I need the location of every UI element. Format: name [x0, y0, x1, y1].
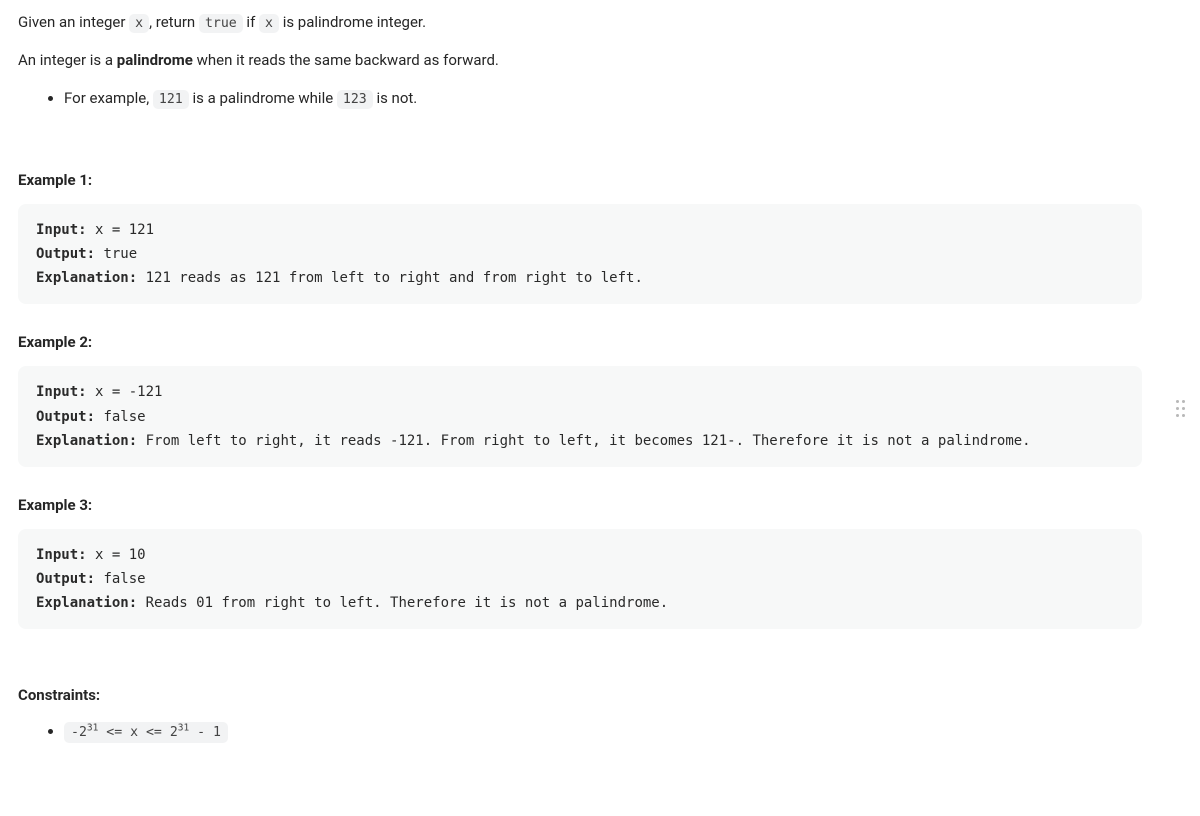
- example-block-2: Input: x = -121 Output: false Explanatio…: [18, 366, 1142, 466]
- explanation-value: Reads 01 from right to left. Therefore i…: [137, 595, 668, 611]
- code-token-123: 123: [337, 90, 373, 109]
- list-item: For example, 121 is a palindrome while 1…: [64, 86, 1142, 110]
- text: -2: [71, 725, 87, 740]
- example-block-3: Input: x = 10 Output: false Explanation:…: [18, 529, 1142, 629]
- bold-palindrome: palindrome: [117, 51, 193, 69]
- label-input: Input:: [36, 222, 87, 238]
- label-explanation: Explanation:: [36, 433, 137, 449]
- label-input: Input:: [36, 384, 87, 400]
- example-heading-2: Example 2:: [18, 330, 1142, 354]
- explanation-value: From left to right, it reads -121. From …: [137, 433, 1030, 449]
- text: , return: [149, 13, 199, 31]
- label-output: Output:: [36, 246, 95, 262]
- intro-paragraph-1: Given an integer x, return true if x is …: [18, 10, 1142, 34]
- text: <= x <=: [98, 725, 169, 740]
- example-block-1: Input: x = 121 Output: true Explanation:…: [18, 204, 1142, 304]
- input-value: x = 10: [87, 547, 146, 563]
- text: is a palindrome while: [189, 89, 337, 107]
- text: Given an integer: [18, 13, 129, 31]
- output-value: false: [95, 571, 146, 587]
- output-value: true: [95, 246, 137, 262]
- label-output: Output:: [36, 571, 95, 587]
- text: is not.: [373, 89, 418, 107]
- intro-paragraph-2: An integer is a palindrome when it reads…: [18, 48, 1142, 72]
- code-token-x: x: [259, 14, 279, 33]
- label-explanation: Explanation:: [36, 270, 137, 286]
- constraints-heading: Constraints:: [18, 683, 1142, 707]
- text: is palindrome integer.: [279, 13, 426, 31]
- constraint-code: -231 <= x <= 231 - 1: [64, 722, 228, 743]
- text: An integer is a: [18, 51, 117, 69]
- exponent: 31: [87, 723, 98, 734]
- exponent: 31: [178, 723, 189, 734]
- intro-bullet-list: For example, 121 is a palindrome while 1…: [18, 86, 1142, 110]
- text: if: [243, 13, 259, 31]
- example-heading-3: Example 3:: [18, 493, 1142, 517]
- text: 2: [170, 725, 178, 740]
- code-token-x: x: [129, 14, 149, 33]
- code-token-true: true: [199, 14, 243, 33]
- problem-description-pane[interactable]: Given an integer x, return true if x is …: [0, 0, 1160, 816]
- text: - 1: [189, 725, 221, 740]
- code-token-121: 121: [153, 90, 189, 109]
- input-value: x = -121: [87, 384, 163, 400]
- label-input: Input:: [36, 547, 87, 563]
- label-explanation: Explanation:: [36, 595, 137, 611]
- pane-resize-gutter[interactable]: [1160, 0, 1200, 816]
- text: For example,: [64, 89, 153, 107]
- drag-handle-icon[interactable]: [1173, 394, 1188, 423]
- output-value: false: [95, 409, 146, 425]
- list-item: -231 <= x <= 231 - 1: [64, 719, 1142, 743]
- text: when it reads the same backward as forwa…: [193, 51, 499, 69]
- label-output: Output:: [36, 409, 95, 425]
- constraints-list: -231 <= x <= 231 - 1: [18, 719, 1142, 743]
- explanation-value: 121 reads as 121 from left to right and …: [137, 270, 643, 286]
- example-heading-1: Example 1:: [18, 168, 1142, 192]
- input-value: x = 121: [87, 222, 154, 238]
